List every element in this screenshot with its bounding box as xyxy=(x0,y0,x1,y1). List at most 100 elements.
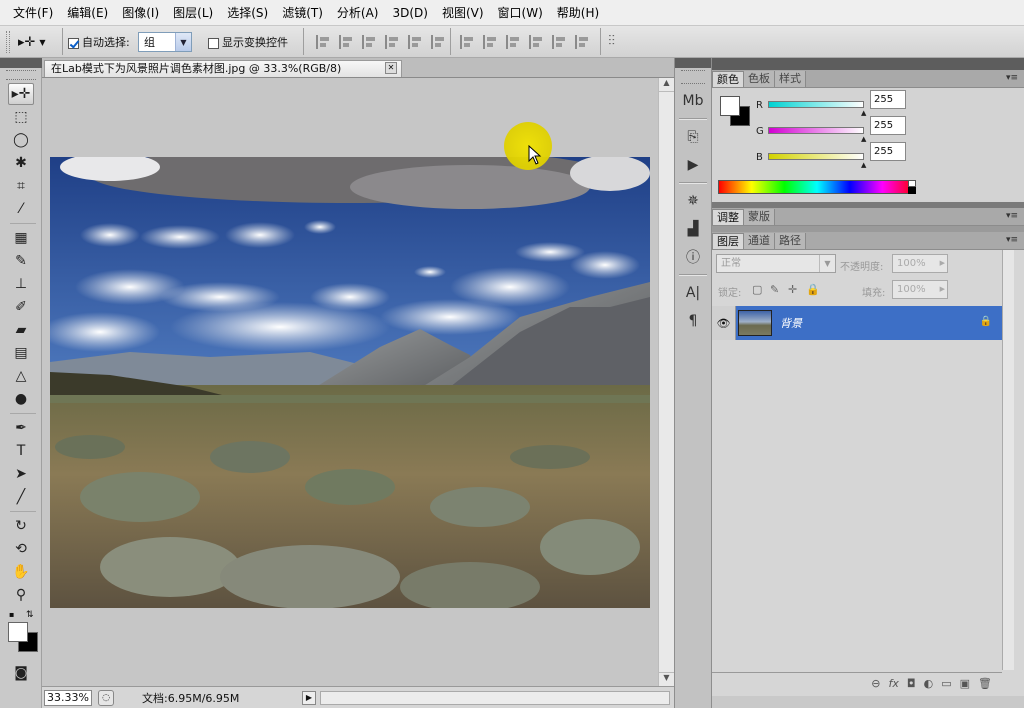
mini-bridge-icon[interactable]: Mb xyxy=(680,90,706,112)
menu-analysis[interactable]: 分析(A) xyxy=(330,3,386,23)
landscape-photo[interactable] xyxy=(50,157,650,608)
eye-icon[interactable]: 👁 xyxy=(712,306,736,340)
link-icon[interactable]: ⊖ xyxy=(871,677,880,690)
lock-all-icon[interactable]: 🔒 xyxy=(806,283,820,296)
default-colors-icon[interactable]: ▪ xyxy=(9,610,14,619)
tab-paths[interactable]: 路径 xyxy=(775,233,806,249)
type-tool-icon[interactable]: T xyxy=(8,440,34,462)
vertical-scrollbar[interactable]: ▲ ▼ xyxy=(658,78,674,686)
move-tool-preset-picker[interactable]: ▸✛ ▼ xyxy=(18,32,58,52)
fill-field[interactable]: 100% ▶ xyxy=(892,280,948,299)
menu-image[interactable]: 图像(I) xyxy=(115,3,166,23)
layers-scrollbar[interactable] xyxy=(1002,250,1014,670)
show-transform-checkbox[interactable]: 显示变换控件 xyxy=(208,34,288,50)
quick-select-tool-icon[interactable]: ✱ xyxy=(8,152,34,174)
quick-mask-icon[interactable]: ◙ xyxy=(8,662,34,684)
panel-menu-icon[interactable]: ▾≡ xyxy=(1006,211,1018,221)
move-tool-icon[interactable]: ▸✛ xyxy=(8,83,34,105)
clone-stamp-tool-icon[interactable]: ⊥ xyxy=(8,273,34,295)
path-select-tool-icon[interactable]: ➤ xyxy=(8,463,34,485)
auto-select-dropdown[interactable]: 组 ▼ xyxy=(138,32,192,52)
healing-brush-tool-icon[interactable]: ▦ xyxy=(8,227,34,249)
distribute-hcenter-icon[interactable] xyxy=(552,35,567,49)
history-icon[interactable]: ⎘ xyxy=(680,126,706,148)
trash-icon[interactable]: 🗑 xyxy=(978,677,992,690)
tab-swatches[interactable]: 色板 xyxy=(744,71,775,87)
menu-help[interactable]: 帮助(H) xyxy=(550,3,606,23)
menu-edit[interactable]: 编辑(E) xyxy=(60,3,115,23)
channel-g-slider[interactable] xyxy=(768,127,864,134)
menu-layer[interactable]: 图层(L) xyxy=(166,3,220,23)
align-vcenter-icon[interactable] xyxy=(339,35,354,49)
scroll-up-icon[interactable]: ▲ xyxy=(659,78,674,92)
menu-file[interactable]: 文件(F) xyxy=(6,3,60,23)
menu-filter[interactable]: 滤镜(T) xyxy=(275,3,330,23)
align-left-icon[interactable] xyxy=(385,35,400,49)
tab-styles[interactable]: 样式 xyxy=(775,71,806,87)
distribute-top-icon[interactable] xyxy=(460,35,475,49)
menu-view[interactable]: 视图(V) xyxy=(435,3,491,23)
swap-colors-icon[interactable]: ⇅ xyxy=(26,610,34,620)
eraser-tool-icon[interactable]: ▰ xyxy=(8,319,34,341)
tab-channels[interactable]: 通道 xyxy=(744,233,775,249)
actions-icon[interactable]: ▶ xyxy=(680,154,706,176)
group-icon[interactable]: ▭ xyxy=(941,677,951,690)
mask-icon[interactable]: ◘ xyxy=(907,677,916,690)
navigator-icon[interactable]: ✵ xyxy=(680,190,706,212)
proof-icon[interactable]: ◌ xyxy=(98,689,114,706)
3d-rotate-tool-icon[interactable]: ↻ xyxy=(8,515,34,537)
zoom-tool-icon[interactable]: ⚲ xyxy=(8,584,34,606)
distribute-right-icon[interactable] xyxy=(575,35,590,49)
blur-tool-icon[interactable]: △ xyxy=(8,365,34,387)
3d-orbit-tool-icon[interactable]: ⟲ xyxy=(8,538,34,560)
document-tab[interactable]: 在Lab模式下为风景照片调色素材图.jpg @ 33.3%(RGB/8) ✕ xyxy=(44,60,402,77)
lasso-tool-icon[interactable]: ◯ xyxy=(8,129,34,151)
menu-window[interactable]: 窗口(W) xyxy=(491,3,550,23)
lock-pixels-icon[interactable]: ✎ xyxy=(770,283,779,296)
channel-r-slider[interactable] xyxy=(768,101,864,108)
slider-thumb-icon[interactable]: ▲ xyxy=(861,161,866,169)
layer-background[interactable]: 背景 🔒 xyxy=(736,306,1002,340)
channel-b-value[interactable]: 255 xyxy=(870,142,906,161)
align-right-icon[interactable] xyxy=(431,35,446,49)
panel-menu-icon[interactable]: ▾≡ xyxy=(1006,235,1018,245)
info-icon[interactable]: ⓘ xyxy=(680,246,706,268)
scroll-down-icon[interactable]: ▼ xyxy=(659,672,674,686)
channel-r-value[interactable]: 255 xyxy=(870,90,906,109)
tab-color[interactable]: 颜色 xyxy=(712,71,744,87)
dodge-tool-icon[interactable]: ● xyxy=(8,388,34,410)
paragraph-icon[interactable]: ¶ xyxy=(680,310,706,332)
slider-thumb-icon[interactable]: ▲ xyxy=(861,135,866,143)
menu-select[interactable]: 选择(S) xyxy=(220,3,275,23)
adjustment-icon[interactable]: ◐ xyxy=(924,677,934,690)
distribute-bottom-icon[interactable] xyxy=(506,35,521,49)
eyedropper-tool-icon[interactable]: ⁄ xyxy=(8,198,34,220)
brush-tool-icon[interactable]: ✎ xyxy=(8,250,34,272)
panel-menu-icon[interactable]: ▾≡ xyxy=(1006,73,1018,83)
foreground-color-swatch[interactable] xyxy=(8,622,28,642)
zoom-level-field[interactable]: 33.33% xyxy=(44,689,92,706)
color-fg-swatch[interactable] xyxy=(720,96,740,116)
character-icon[interactable]: A| xyxy=(680,282,706,304)
hand-tool-icon[interactable]: ✋ xyxy=(8,561,34,583)
blend-mode-dropdown[interactable]: 正常 ▼ xyxy=(716,254,836,273)
pen-tool-icon[interactable]: ✒ xyxy=(8,417,34,439)
channel-g-value[interactable]: 255 xyxy=(870,116,906,135)
horizontal-scrollbar[interactable] xyxy=(320,690,670,705)
auto-align-icon[interactable]: ⫶⫶ xyxy=(608,33,615,49)
close-document-icon[interactable]: ✕ xyxy=(385,62,397,74)
slider-thumb-icon[interactable]: ▲ xyxy=(861,109,866,117)
auto-select-checkbox[interactable]: 自动选择: xyxy=(68,34,130,50)
align-top-icon[interactable] xyxy=(316,35,331,49)
lock-transparency-icon[interactable]: ▢ xyxy=(752,283,762,296)
marquee-tool-icon[interactable]: ⬚ xyxy=(8,106,34,128)
tab-layers[interactable]: 图层 xyxy=(712,233,744,249)
crop-tool-icon[interactable]: ⌗ xyxy=(8,175,34,197)
options-grip[interactable] xyxy=(6,31,10,53)
history-brush-tool-icon[interactable]: ✐ xyxy=(8,296,34,318)
tab-adjustments[interactable]: 调整 xyxy=(712,209,744,225)
histogram-icon[interactable]: ▟ xyxy=(680,218,706,240)
align-hcenter-icon[interactable] xyxy=(408,35,423,49)
lock-position-icon[interactable]: ✛ xyxy=(788,283,797,296)
distribute-left-icon[interactable] xyxy=(529,35,544,49)
